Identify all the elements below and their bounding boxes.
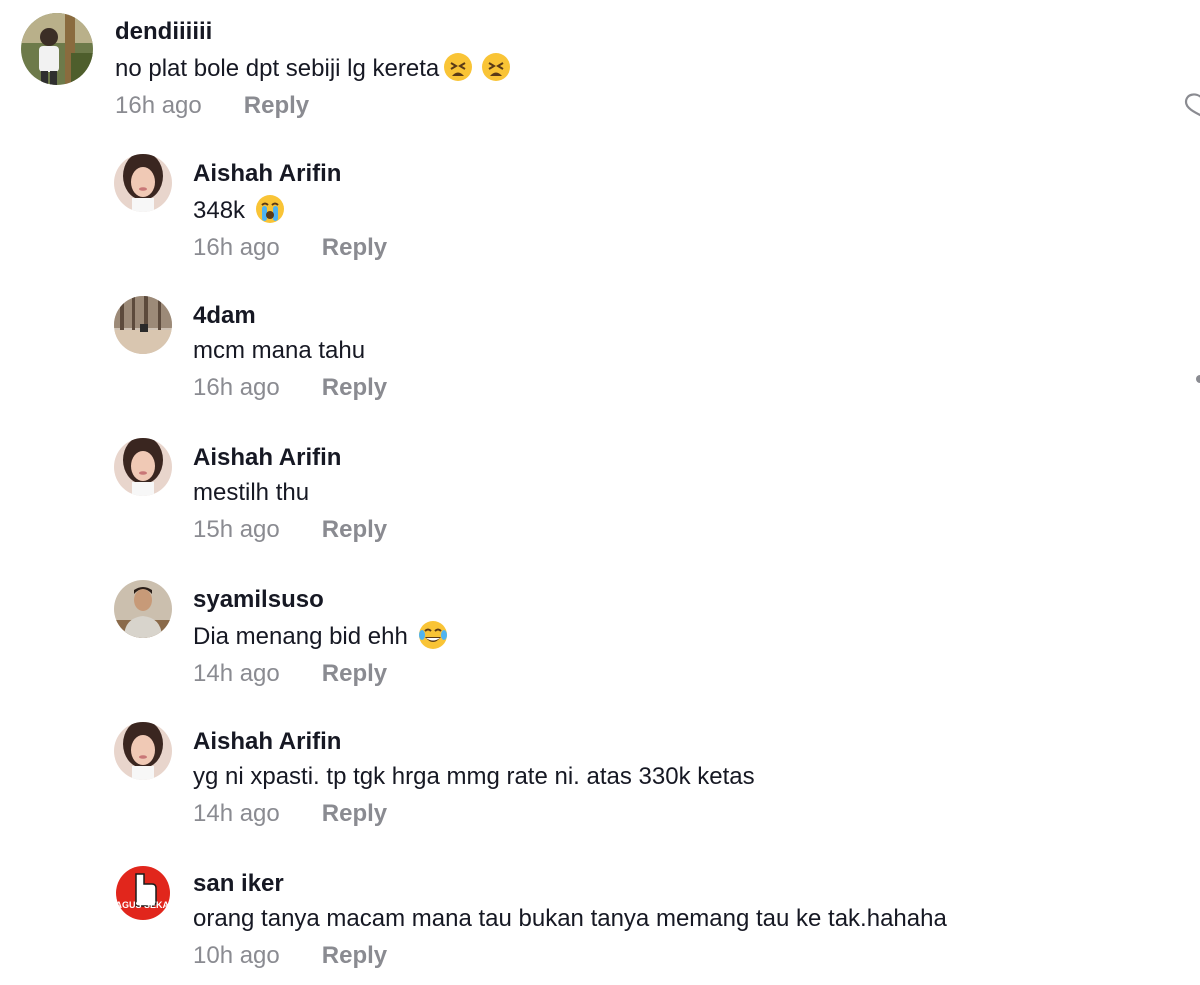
comment-meta: 10h ago Reply <box>193 941 947 971</box>
reply-button[interactable]: Reply <box>322 800 387 827</box>
comment-text: Dia menang bid ehh <box>193 620 448 652</box>
reply-comment-item: BAGUS SEKALI san iker orang tanya macam … <box>0 850 1200 985</box>
comment-text: yg ni xpasti. tp tgk hrga mmg rate ni. a… <box>193 763 755 790</box>
username[interactable]: syamilsuso <box>193 585 448 615</box>
username[interactable]: Aishah Arifin <box>193 727 755 757</box>
reply-comment-item: syamilsuso Dia menang bid ehh 14h ago Rep… <box>0 566 1200 696</box>
avatar[interactable] <box>114 296 172 354</box>
comment-meta: 15h ago Reply <box>193 515 387 545</box>
reply-comment-item: 4dam mcm mana tahu 16h ago Reply <box>0 282 1200 412</box>
comment-item: dendiiiiii no plat bole dpt sebiji lg ke… <box>0 0 1200 130</box>
reply-button[interactable]: Reply <box>322 942 387 969</box>
username[interactable]: Aishah Arifin <box>193 443 387 473</box>
username[interactable]: dendiiiiii <box>115 17 511 47</box>
avatar[interactable] <box>114 580 172 638</box>
comment-meta: 14h ago Reply <box>193 799 755 829</box>
reply-button[interactable]: Reply <box>322 374 387 401</box>
comment-text: mestilh thu <box>193 479 310 506</box>
avatar-text: BAGUS SEKALI <box>114 900 172 910</box>
tired-face-emoji <box>443 52 473 82</box>
timestamp: 16h ago <box>193 374 280 401</box>
avatar[interactable]: BAGUS SEKALI <box>114 864 172 922</box>
reply-comment-item: Aishah Arifin 348k 16h ago Reply <box>0 140 1200 383</box>
avatar[interactable] <box>21 13 93 85</box>
timestamp: 14h ago <box>193 800 280 827</box>
comment-meta: 16h ago Reply <box>193 373 387 403</box>
reply-button[interactable]: Reply <box>322 660 387 687</box>
timestamp: 10h ago <box>193 942 280 969</box>
comment-text: 348k <box>193 194 387 226</box>
avatar[interactable] <box>114 154 172 212</box>
comment-text: orang tanya macam mana tau bukan tanya m… <box>193 905 947 932</box>
avatar[interactable] <box>114 722 172 780</box>
comment-text: no plat bole dpt sebiji lg kereta <box>115 52 511 84</box>
username[interactable]: Aishah Arifin <box>193 159 387 189</box>
tired-face-emoji <box>481 52 511 82</box>
comment-meta: 16h ago Reply <box>115 91 511 121</box>
timestamp: 16h ago <box>115 92 202 119</box>
reply-button[interactable]: Reply <box>244 92 309 119</box>
heart-outline-icon[interactable] <box>1182 88 1200 118</box>
reply-button[interactable]: Reply <box>322 234 387 261</box>
username[interactable]: san iker <box>193 869 947 899</box>
reply-button[interactable]: Reply <box>322 516 387 543</box>
comment-text: mcm mana tahu <box>193 337 366 364</box>
timestamp: 15h ago <box>193 516 280 543</box>
username[interactable]: 4dam <box>193 301 387 331</box>
reply-comment-item: Aishah Arifin yg ni xpasti. tp tgk hrga … <box>0 708 1200 838</box>
tears-of-joy-face-emoji <box>418 620 448 650</box>
comment-meta: 14h ago Reply <box>193 659 448 689</box>
comment-meta: 16h ago Reply <box>193 233 387 263</box>
timestamp: 14h ago <box>193 660 280 687</box>
crying-face-emoji <box>255 194 285 224</box>
reply-comment-item: Aishah Arifin mestilh thu 15h ago Reply <box>0 424 1200 554</box>
avatar[interactable] <box>114 438 172 496</box>
timestamp: 16h ago <box>193 234 280 261</box>
